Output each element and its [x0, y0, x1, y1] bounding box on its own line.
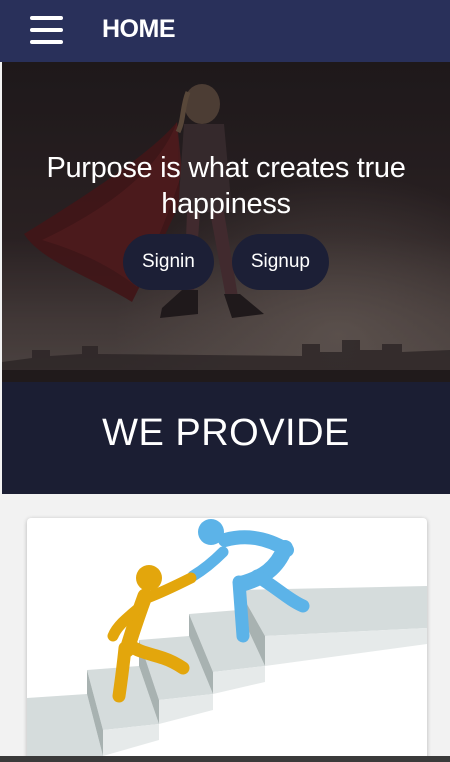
section-title: WE PROVIDE	[102, 412, 350, 454]
page-title: HOME	[102, 15, 176, 43]
top-app-bar: HOME	[0, 0, 450, 62]
signup-button[interactable]: Signup	[231, 234, 329, 290]
we-provide-section-header: WE PROVIDE	[2, 382, 450, 494]
hamburger-menu-icon[interactable]	[30, 14, 63, 46]
hero-background-image	[2, 62, 450, 382]
helping-hand-stairs-illustration	[27, 519, 427, 762]
bottom-edge-bar	[0, 756, 450, 762]
signin-button[interactable]: Signin	[123, 234, 214, 290]
hero-banner: Purpose is what creates true happiness S…	[2, 62, 450, 382]
page: HOME Purpose is what creates true happin…	[0, 0, 450, 762]
auth-button-group: Signin Signup	[2, 234, 450, 290]
hero-headline: Purpose is what creates true happiness	[46, 152, 406, 220]
feature-card[interactable]	[27, 518, 427, 762]
